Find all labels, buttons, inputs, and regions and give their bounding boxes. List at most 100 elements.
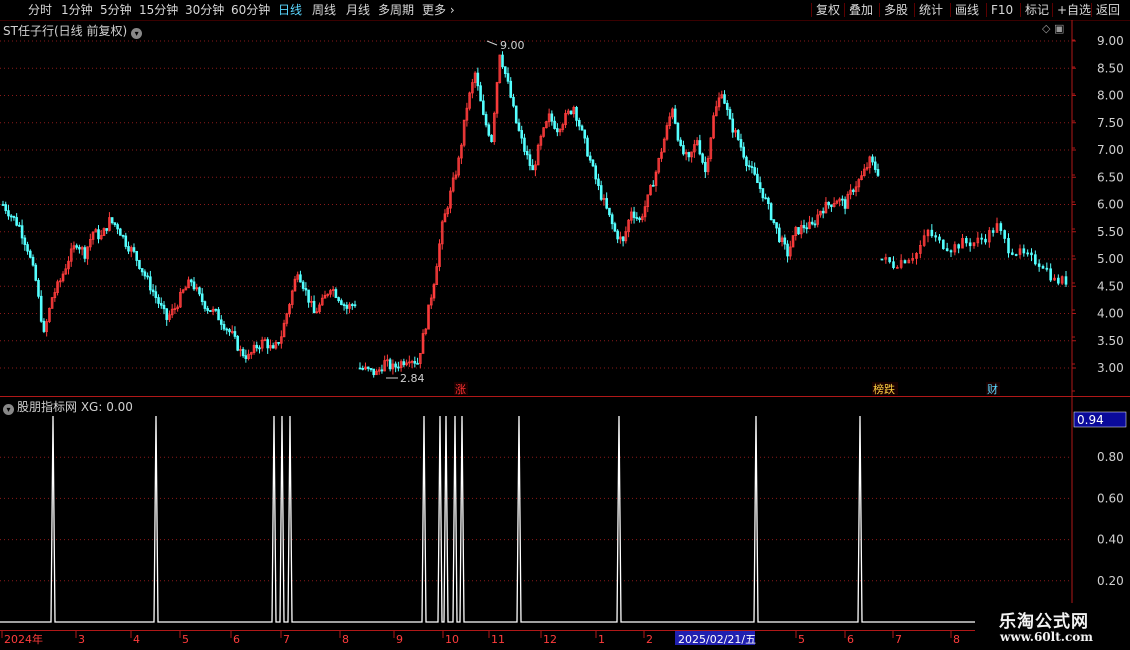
candle-body <box>9 215 13 218</box>
price-tick-label: 5.00 <box>1097 252 1124 266</box>
period-tab-2[interactable]: 5分钟 <box>100 2 132 18</box>
window-controls[interactable]: ◇ ▣ <box>1042 22 1064 35</box>
indicator-title[interactable]: ▾ 股朋指标网 XG: 0.00 <box>3 398 133 415</box>
period-tab-4[interactable]: 30分钟 <box>185 2 224 18</box>
price-tick-label: 6.00 <box>1097 198 1124 212</box>
candle-body <box>907 259 911 264</box>
x-axis-label: 2024年 <box>4 632 43 646</box>
candle-body <box>72 245 76 250</box>
candle-body <box>203 301 207 309</box>
period-tab-0[interactable]: 分时 <box>28 2 52 18</box>
candle-body <box>69 248 73 262</box>
event-marker-1: 榜跌 <box>873 382 895 396</box>
candle-body <box>280 336 283 344</box>
period-tab-3[interactable]: 15分钟 <box>139 2 178 18</box>
xg-signal-line <box>0 415 1072 623</box>
candle-body <box>225 328 229 331</box>
candle-body <box>266 339 269 349</box>
action-button-5[interactable]: F10 <box>991 2 1013 18</box>
period-tab-1[interactable]: 1分钟 <box>61 2 93 18</box>
candle-body <box>342 304 346 306</box>
candle-body <box>233 331 237 337</box>
period-tab-10[interactable]: 更多 › <box>422 2 455 18</box>
restore-icon[interactable]: ▣ <box>1054 22 1064 35</box>
candle-body <box>915 253 918 259</box>
candle-body <box>501 54 504 68</box>
period-tab-5[interactable]: 60分钟 <box>231 2 270 18</box>
candle-body <box>957 244 960 249</box>
action-button-4[interactable]: 画线 <box>955 2 979 18</box>
period-tab-7[interactable]: 周线 <box>312 2 336 18</box>
action-button-3[interactable]: 统计 <box>919 2 943 18</box>
period-tab-8[interactable]: 月线 <box>346 2 370 18</box>
candle-body <box>299 274 302 283</box>
candle-body <box>799 225 803 235</box>
candle-body <box>102 228 106 237</box>
stock-title[interactable]: ST任子行(日线 前复权) ▾ <box>3 22 143 39</box>
candle-body <box>671 108 674 118</box>
candle-body <box>665 125 669 140</box>
candle-body <box>949 250 953 253</box>
candle-body <box>1053 277 1056 281</box>
candle-body <box>15 217 18 226</box>
candle-body <box>402 361 406 366</box>
candle-body <box>610 214 614 225</box>
x-axis-label: 3 <box>78 633 85 646</box>
chart-canvas[interactable]: 9.00 8.50 8.00 7.50 7.00 6.50 6.00 5.50 5.00 4.50… <box>0 0 1130 650</box>
action-button-7[interactable]: +自选 <box>1057 2 1091 18</box>
action-button-2[interactable]: 多股 <box>884 2 908 18</box>
candle-body <box>616 230 619 240</box>
candle-body <box>271 345 275 349</box>
candle-body <box>660 151 663 159</box>
candle-body <box>195 287 199 290</box>
action-button-8[interactable]: 返回 <box>1096 2 1120 18</box>
candle-body <box>323 294 327 299</box>
candle-body <box>772 219 776 223</box>
candle-body <box>514 105 518 124</box>
candle-body <box>534 164 537 171</box>
chevron-down-icon[interactable]: ▾ <box>131 28 143 39</box>
candle-body <box>1034 254 1037 265</box>
candle-body <box>369 368 373 370</box>
candle-body <box>132 247 136 252</box>
price-tick-label: 8.50 <box>1097 61 1124 75</box>
candle-body <box>509 80 513 98</box>
chevron-down-icon[interactable]: ▾ <box>3 404 14 415</box>
action-button-1[interactable]: 叠加 <box>849 2 873 18</box>
indicator-tick-label: 0.20 <box>1097 574 1124 588</box>
candle-body <box>968 242 972 247</box>
action-button-0[interactable]: 复权 <box>816 2 840 18</box>
candle-body <box>690 151 693 158</box>
candle-body <box>416 362 419 365</box>
candle-body <box>386 359 389 362</box>
candle-body <box>835 200 839 204</box>
candle-body <box>638 217 641 221</box>
candle-body <box>613 223 617 232</box>
candle-body <box>124 235 128 247</box>
candle-body <box>896 266 899 269</box>
candle-body <box>168 314 171 320</box>
candle-body <box>45 321 48 332</box>
candle-body <box>564 112 567 126</box>
candle-body <box>899 260 903 268</box>
candle-body <box>492 112 496 143</box>
candle-body <box>945 248 949 252</box>
candle-body <box>1037 263 1041 267</box>
candle-body <box>490 134 493 143</box>
candle-body <box>173 308 177 310</box>
action-button-6[interactable]: 标记 <box>1025 2 1049 18</box>
period-tab-9[interactable]: 多周期 <box>378 2 414 18</box>
candle-body <box>329 290 332 295</box>
candle-body <box>999 223 1003 231</box>
candle-body <box>296 274 299 280</box>
candle-body <box>83 247 87 259</box>
candle-body <box>91 231 95 240</box>
candle-body <box>745 156 748 167</box>
candle-body <box>7 210 10 217</box>
candle-body <box>630 211 633 221</box>
period-tab-6[interactable]: 日线 <box>278 2 302 18</box>
x-axis-label: 4 <box>133 633 140 646</box>
candle-body <box>353 304 357 307</box>
diamond-icon[interactable]: ◇ <box>1042 22 1050 35</box>
candle-body <box>214 308 218 311</box>
